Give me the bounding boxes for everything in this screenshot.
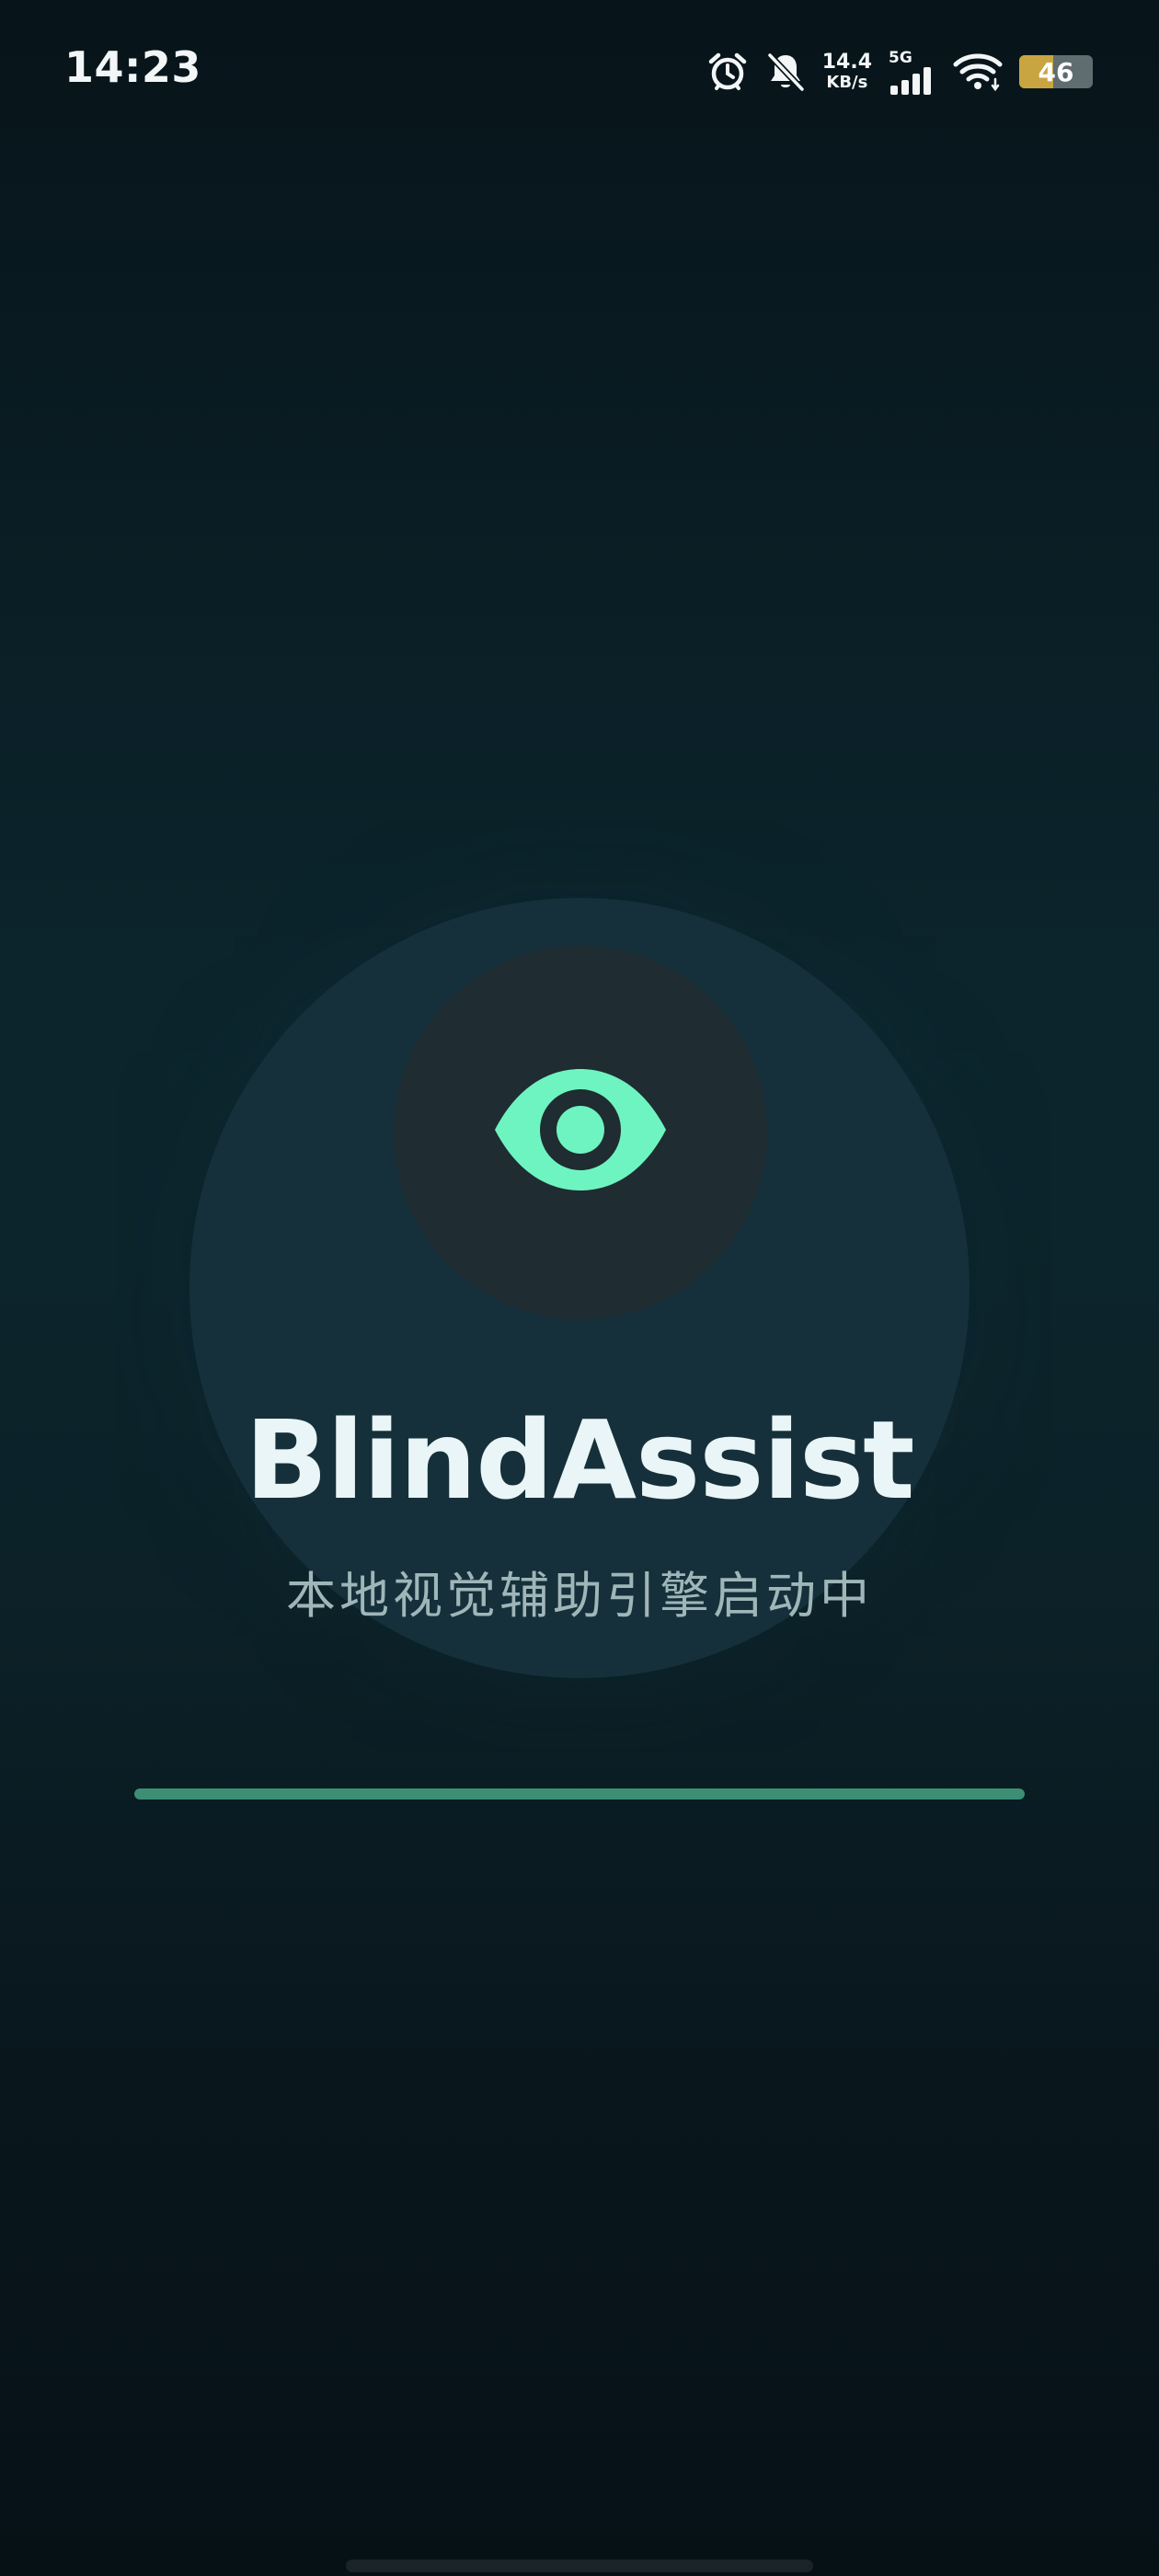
battery-level: 46 <box>1038 56 1074 87</box>
status-bar: 14:23 14.4 KB/s 5G 46 <box>0 0 1159 147</box>
home-indicator[interactable] <box>346 2559 813 2572</box>
alarm-icon <box>706 51 749 93</box>
network-speed-value: 14.4 <box>821 51 872 74</box>
signal-icon <box>890 67 931 95</box>
loading-progress-bar <box>134 1788 1025 1800</box>
cellular-signal: 5G <box>889 49 936 95</box>
bell-off-icon <box>765 51 806 93</box>
loading-progress-fill <box>134 1788 1025 1800</box>
status-icons: 14.4 KB/s 5G 46 <box>706 46 1093 98</box>
eye-icon <box>495 1069 666 1190</box>
app-title: BlindAssist <box>245 1397 914 1524</box>
status-time: 14:23 <box>64 42 201 92</box>
loading-status-text: 本地视觉辅助引擎启动中 <box>286 1567 873 1625</box>
network-generation: 5G <box>889 49 912 67</box>
network-speed-unit: KB/s <box>826 73 868 92</box>
network-speed: 14.4 KB/s <box>822 52 872 91</box>
wifi-icon <box>953 52 1003 92</box>
battery-icon: 46 <box>1019 55 1093 88</box>
